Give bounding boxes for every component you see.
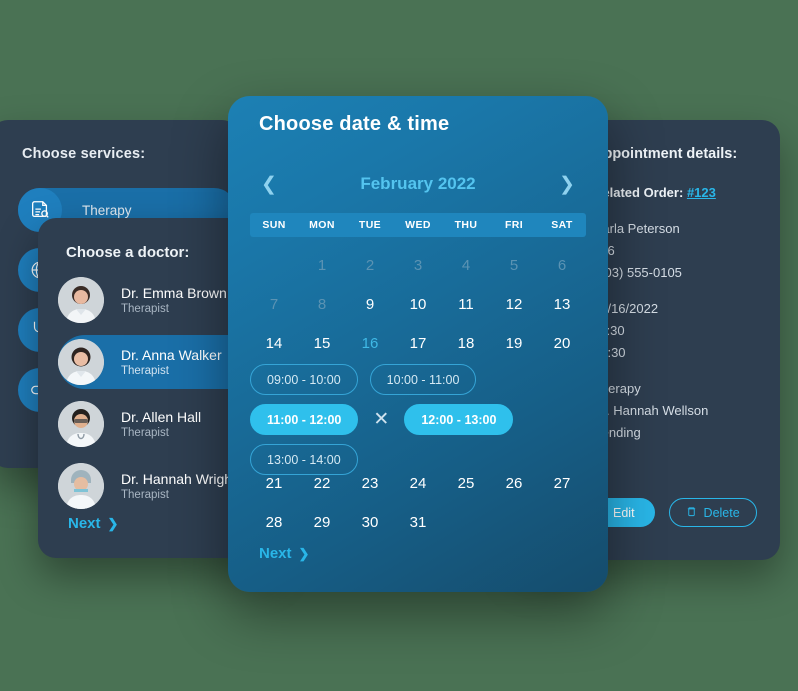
calendar-day[interactable]: 12 (490, 285, 538, 324)
calendar-day[interactable]: 22 (298, 464, 346, 503)
weekday-wed: WED (405, 219, 431, 231)
doctor-role: Therapist (121, 365, 169, 377)
doctor-text: Dr. Hannah Wright Therapist (121, 471, 236, 501)
doctor-text: Dr. Anna Walker Therapist (121, 347, 222, 377)
doctor-next-label: Next (68, 515, 101, 532)
delete-button[interactable]: Delete (668, 498, 757, 527)
appointment-service: Therapy (593, 381, 641, 396)
doctor-name: Dr. Allen Hall (121, 409, 202, 425)
chevron-right-icon[interactable]: ❯ (557, 175, 577, 194)
weekday-tue: TUE (358, 219, 382, 231)
calendar-day[interactable]: 29 (298, 503, 346, 542)
calendar-day[interactable]: 3 (394, 246, 442, 285)
status-badge: Pending (593, 425, 641, 440)
calendar-day[interactable]: 21 (250, 464, 298, 503)
calendar-day[interactable]: 6 (538, 246, 586, 285)
delete-button-label: Delete (703, 505, 740, 520)
doctor-next-button[interactable]: Next ❯ (68, 515, 118, 532)
screen-root: Choose services: Therapy Appointment det… (0, 0, 798, 691)
appointment-doctor: Dr. Hannah Wellson (593, 403, 709, 418)
calendar-next-button[interactable]: Next ❯ (259, 545, 309, 562)
calendar-day[interactable]: 4 (442, 246, 490, 285)
customer-number: 156 (593, 240, 780, 262)
choose-date-time-panel: Choose date & time ❮ February 2022 ❯ SUN… (228, 96, 608, 592)
calendar-day[interactable]: 14 (250, 324, 298, 363)
calendar-day[interactable]: 5 (490, 246, 538, 285)
trash-icon (686, 505, 697, 521)
calendar-day[interactable]: 25 (442, 464, 490, 503)
calendar-day[interactable]: 24 (394, 464, 442, 503)
details-actions: Edit Delete (593, 498, 757, 527)
calendar-day[interactable]: 13 (538, 285, 586, 324)
avatar (58, 277, 104, 323)
calendar-day[interactable]: 9 (346, 285, 394, 324)
chevron-left-icon[interactable]: ❮ (259, 175, 279, 194)
time-slot-list: 09:00 - 10:00 10:00 - 11:00 11:00 - 12:0… (250, 364, 594, 475)
calendar-nav: ❮ February 2022 ❯ (259, 171, 577, 197)
calendar-day[interactable]: 20 (538, 324, 586, 363)
doctor-name: Dr. Emma Brown (121, 285, 227, 301)
calendar-day[interactable]: 2 (346, 246, 394, 285)
related-order-row: Related Order: #123 (593, 185, 780, 200)
calendar-day[interactable]: 11 (442, 285, 490, 324)
related-order-link[interactable]: #123 (687, 185, 716, 200)
appointment-date: 02/16/2022 (593, 301, 659, 316)
doctor-name: Dr. Anna Walker (121, 347, 222, 363)
calendar-next-label: Next (259, 545, 292, 562)
calendar-day[interactable]: 10 (394, 285, 442, 324)
close-icon[interactable]: ✕ (370, 410, 392, 429)
avatar (58, 401, 104, 447)
calendar-day[interactable]: 1 (298, 246, 346, 285)
chevron-right-icon: ❯ (107, 515, 119, 531)
calendar-day[interactable]: 8 (298, 285, 346, 324)
time-slot-selected[interactable]: 11:00 - 12:00 (250, 404, 359, 435)
calendar-grid-top: 1 2 3 4 5 6 7 8 9 10 11 12 13 14 15 16 1… (250, 246, 586, 363)
details-title: Appointment details: (593, 146, 738, 162)
doctor-role: Therapist (121, 303, 169, 315)
calendar-title: Choose date & time (259, 113, 450, 135)
time-slot[interactable]: 10:00 - 11:00 (369, 364, 477, 395)
calendar-grid-bottom: 21 22 23 24 25 26 27 28 29 30 31 (250, 464, 586, 542)
weekday-sat: SAT (551, 219, 573, 231)
calendar-day[interactable]: 31 (394, 503, 442, 542)
weekday-sun: SUN (262, 219, 286, 231)
doctor-role: Therapist (121, 427, 169, 439)
calendar-day[interactable]: 17 (394, 324, 442, 363)
calendar-day[interactable]: 27 (538, 464, 586, 503)
calendar-day[interactable]: 23 (346, 464, 394, 503)
appointment-time-end: 12:30 (593, 345, 626, 360)
calendar-day[interactable]: 15 (298, 324, 346, 363)
appointment-time-start: 11:30 (593, 323, 625, 338)
calendar-day[interactable]: 26 (490, 464, 538, 503)
calendar-day-blank (250, 246, 298, 285)
doctor-text: Dr. Allen Hall Therapist (121, 409, 201, 439)
doctor-panel-title: Choose a doctor: (66, 244, 190, 261)
service-item-label: Therapy (82, 202, 132, 218)
customer-name: Darla Peterson (593, 221, 680, 236)
calendar-month-label: February 2022 (360, 174, 476, 193)
calendar-day-selected[interactable]: 16 (346, 324, 394, 363)
services-title: Choose services: (22, 146, 146, 162)
doctor-text: Dr. Emma Brown Therapist (121, 285, 227, 315)
calendar-day[interactable]: 19 (490, 324, 538, 363)
doctor-role: Therapist (121, 489, 169, 501)
time-slot[interactable]: 09:00 - 10:00 (250, 364, 358, 395)
calendar-day[interactable]: 18 (442, 324, 490, 363)
weekday-thu: THU (454, 219, 478, 231)
doctor-name: Dr. Hannah Wright (121, 471, 236, 487)
time-slot-selected[interactable]: 12:00 - 13:00 (404, 404, 514, 435)
avatar (58, 339, 104, 385)
calendar-day[interactable]: 28 (250, 503, 298, 542)
calendar-day[interactable]: 7 (250, 285, 298, 324)
customer-phone: (303) 555-0105 (593, 265, 682, 280)
chevron-right-icon: ❯ (298, 545, 310, 561)
weekday-fri: FRI (504, 219, 524, 231)
weekday-mon: MON (309, 219, 335, 231)
calendar-day[interactable]: 30 (346, 503, 394, 542)
avatar (58, 463, 104, 509)
calendar-weekday-header: SUN MON TUE WED THU FRI SAT (250, 213, 586, 237)
